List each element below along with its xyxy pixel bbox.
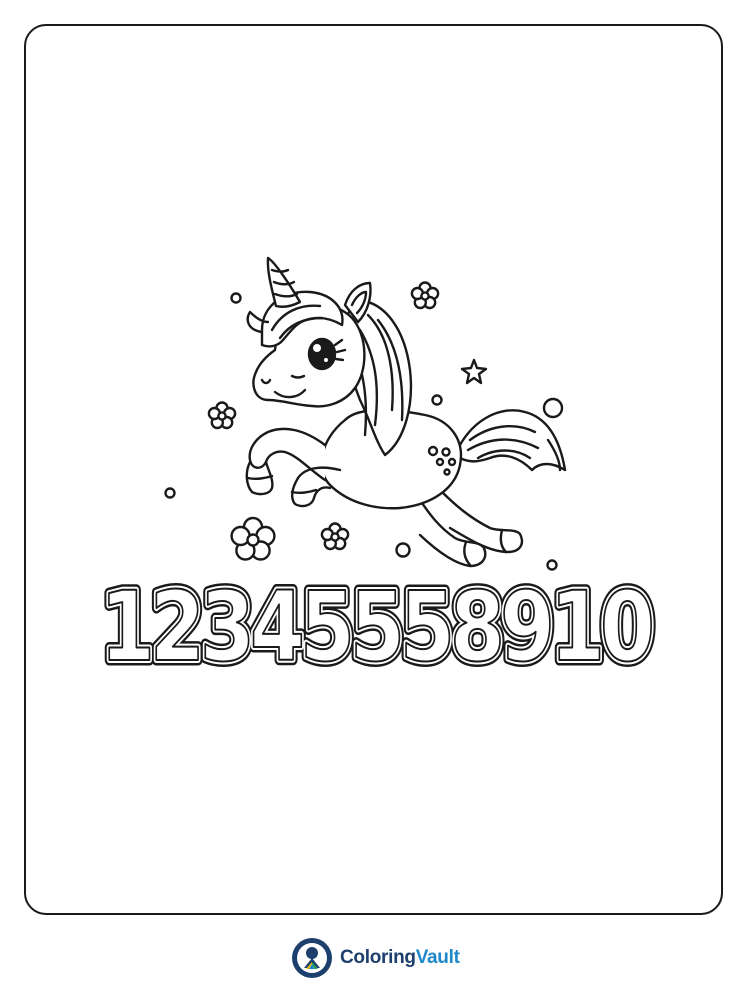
- brand-name-part2: Vault: [415, 947, 460, 968]
- brand-footer[interactable]: ColoringVault: [290, 935, 460, 981]
- brand-name-part1: Coloring: [340, 947, 416, 968]
- brand-name: ColoringVault: [340, 947, 460, 969]
- location-pin-crayon-icon: [292, 938, 332, 978]
- numbers-inner-outline: 12345558910: [100, 571, 652, 683]
- numbers-outline: 12345558910 12345558910 12345558910: [95, 566, 664, 689]
